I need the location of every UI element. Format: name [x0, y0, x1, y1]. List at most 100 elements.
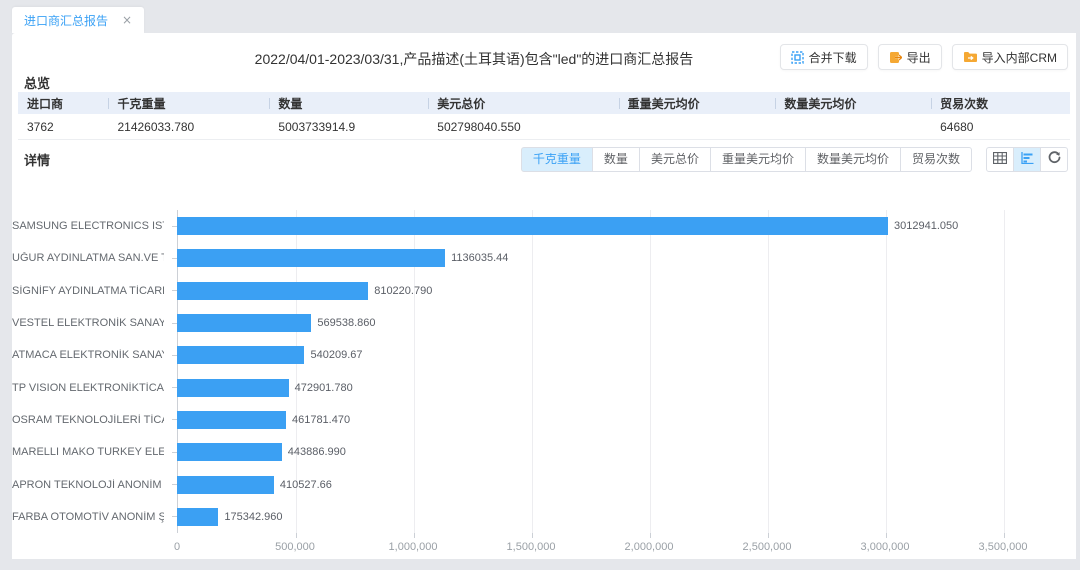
axis-tick: [1004, 533, 1005, 538]
close-icon[interactable]: ×: [122, 13, 132, 27]
category-label: UĞUR AYDINLATMA SAN.VE TİC.LTD...: [12, 252, 164, 264]
category-label: OSRAM TEKNOLOJİLERİ TİCARET AN...: [12, 414, 164, 426]
bar[interactable]: [177, 217, 888, 235]
bar[interactable]: [177, 443, 282, 461]
bar-chart: SAMSUNG ELECTRONICS ISTANBUL P... 3012941…: [12, 210, 1076, 570]
bar-track: 443886.990: [177, 443, 1003, 461]
details-bar: 详情 千克重量数量美元总价重量美元均价数量美元均价贸易次数: [24, 147, 1068, 172]
x-axis-tick-label: 3,000,000: [840, 541, 930, 553]
bar-value-label: 461781.470: [292, 414, 350, 426]
bar-view-button[interactable]: [1013, 147, 1041, 172]
importer-summary-report-page: 进口商汇总报告 × 2022/04/01-2023/03/31,产品描述(土耳其…: [0, 0, 1080, 565]
import-crm-icon: [963, 51, 977, 63]
axis-tick: [532, 533, 533, 538]
overview-column-header: 数量: [269, 95, 428, 112]
bar-track: 461781.470: [177, 411, 1003, 429]
axis-tick: [768, 533, 769, 538]
bar[interactable]: [177, 476, 274, 494]
metric-tab-1[interactable]: 数量: [592, 147, 640, 172]
tab-importer-summary-report[interactable]: 进口商汇总报告 ×: [12, 7, 144, 33]
export-button[interactable]: 导出: [878, 44, 942, 70]
bar-track: 1136035.44: [177, 249, 1003, 267]
metric-tab-2[interactable]: 美元总价: [639, 147, 711, 172]
category-label: SAMSUNG ELECTRONICS ISTANBUL P...: [12, 220, 164, 232]
header-actions: 合并下载 导出 导入内部CRM: [780, 44, 1068, 70]
merge-download-label: 合并下载: [809, 49, 857, 66]
metric-tab-4[interactable]: 数量美元均价: [805, 147, 901, 172]
bar-value-label: 540209.67: [310, 349, 362, 361]
chart-row: SİGNİFY AYDINLATMA TİCARET ANO... 810220.…: [12, 275, 1076, 307]
metric-tab-3[interactable]: 重量美元均价: [710, 147, 806, 172]
bar-track: 569538.860: [177, 314, 1003, 332]
category-label: APRON TEKNOLOJİ ANONİM ŞİRKETİ: [12, 479, 164, 491]
merge-download-button[interactable]: 合并下载: [780, 44, 868, 70]
overview-column-header: 进口商: [18, 95, 108, 112]
chart-row: TP VISION ELEKTRONİKTİCARET AN... 472901.…: [12, 371, 1076, 403]
x-axis-tick-label: 1,500,000: [486, 541, 576, 553]
bar-view-icon: [1021, 151, 1034, 169]
refresh-button[interactable]: [1040, 147, 1068, 172]
axis-tick: [650, 533, 651, 538]
bar[interactable]: [177, 314, 311, 332]
chart-row: ATMACA ELEKTRONİK SANAYİ VE Tİ...540209.…: [12, 339, 1076, 371]
view-toggle-group: [986, 147, 1068, 172]
bar-value-label: 569538.860: [317, 317, 375, 329]
bar[interactable]: [177, 411, 286, 429]
overview-section-label: 总览: [24, 73, 50, 92]
overview-column-header: 贸易次数: [931, 95, 1070, 112]
overview-cell: 5003733914.9: [269, 120, 428, 134]
bar-value-label: 1136035.44: [451, 252, 508, 264]
bar-value-label: 443886.990: [288, 446, 346, 458]
bar-value-label: 410527.66: [280, 479, 332, 491]
bar[interactable]: [177, 508, 218, 526]
chart-row: APRON TEKNOLOJİ ANONİM ŞİRKETİ 410527.66: [12, 468, 1076, 500]
export-label: 导出: [907, 49, 931, 66]
metric-tab-group: 千克重量数量美元总价重量美元均价数量美元均价贸易次数: [521, 147, 972, 172]
metric-tab-0[interactable]: 千克重量: [521, 147, 593, 172]
import-crm-button[interactable]: 导入内部CRM: [952, 44, 1068, 70]
axis-tick: [414, 533, 415, 538]
category-label: FARBA OTOMOTİV ANONİM ŞİRKETİ: [12, 511, 164, 523]
category-label: SİGNİFY AYDINLATMA TİCARET ANO...: [12, 285, 164, 297]
bar[interactable]: [177, 282, 368, 300]
table-view-icon: [993, 151, 1007, 169]
tab-bar: 进口商汇总报告 ×: [0, 0, 1080, 33]
bar-track: 3012941.050: [177, 217, 1003, 235]
chart-rows: SAMSUNG ELECTRONICS ISTANBUL P... 3012941…: [12, 210, 1076, 533]
x-axis-tick-label: 2,500,000: [722, 541, 812, 553]
overview-cell: 502798040.550: [428, 120, 618, 134]
x-axis-tick-label: 3,500,000: [958, 541, 1048, 553]
bar-track: 810220.790: [177, 282, 1003, 300]
overview-cell: 64680: [931, 120, 1070, 134]
merge-download-icon: [791, 51, 804, 64]
x-axis-tick-label: 500,000: [250, 541, 340, 553]
import-crm-label: 导入内部CRM: [982, 49, 1057, 66]
bar-track: 472901.780: [177, 379, 1003, 397]
category-label: TP VISION ELEKTRONİKTİCARET AN...: [12, 382, 164, 394]
bar-track: 175342.960: [177, 508, 1003, 526]
chart-row: MARELLI MAKO TURKEY ELEKTRİK S... 443886.…: [12, 436, 1076, 468]
export-icon: [889, 51, 902, 64]
overview-column-header: 美元总价: [428, 95, 618, 112]
bar[interactable]: [177, 249, 445, 267]
chart-row: VESTEL ELEKTRONİK SANAYİ VE Tİ... 569538.…: [12, 307, 1076, 339]
bar[interactable]: [177, 379, 289, 397]
table-view-button[interactable]: [986, 147, 1014, 172]
x-axis-tick-label: 0: [132, 541, 222, 553]
bar-value-label: 472901.780: [295, 382, 353, 394]
axis-tick: [296, 533, 297, 538]
category-label: VESTEL ELEKTRONİK SANAYİ VE Tİ...: [12, 317, 164, 329]
page-title: 2022/04/01-2023/03/31,产品描述(土耳其语)包含"led"的…: [132, 49, 816, 69]
axis-tick: [886, 533, 887, 538]
bar[interactable]: [177, 346, 304, 364]
x-axis-tick-label: 1,000,000: [368, 541, 458, 553]
metric-tab-5[interactable]: 贸易次数: [900, 147, 972, 172]
overview-cell: 3762: [18, 120, 108, 134]
category-label: MARELLI MAKO TURKEY ELEKTRİK S...: [12, 446, 164, 458]
x-axis-tick-label: 2,000,000: [604, 541, 694, 553]
bar-value-label: 810220.790: [374, 285, 432, 297]
overview-column-header: 千克重量: [108, 95, 269, 112]
overview-data-row: 376221426033.7805003733914.9502798040.55…: [18, 114, 1070, 140]
chart-row: SAMSUNG ELECTRONICS ISTANBUL P... 3012941…: [12, 210, 1076, 242]
bar-track: 410527.66: [177, 476, 1003, 494]
